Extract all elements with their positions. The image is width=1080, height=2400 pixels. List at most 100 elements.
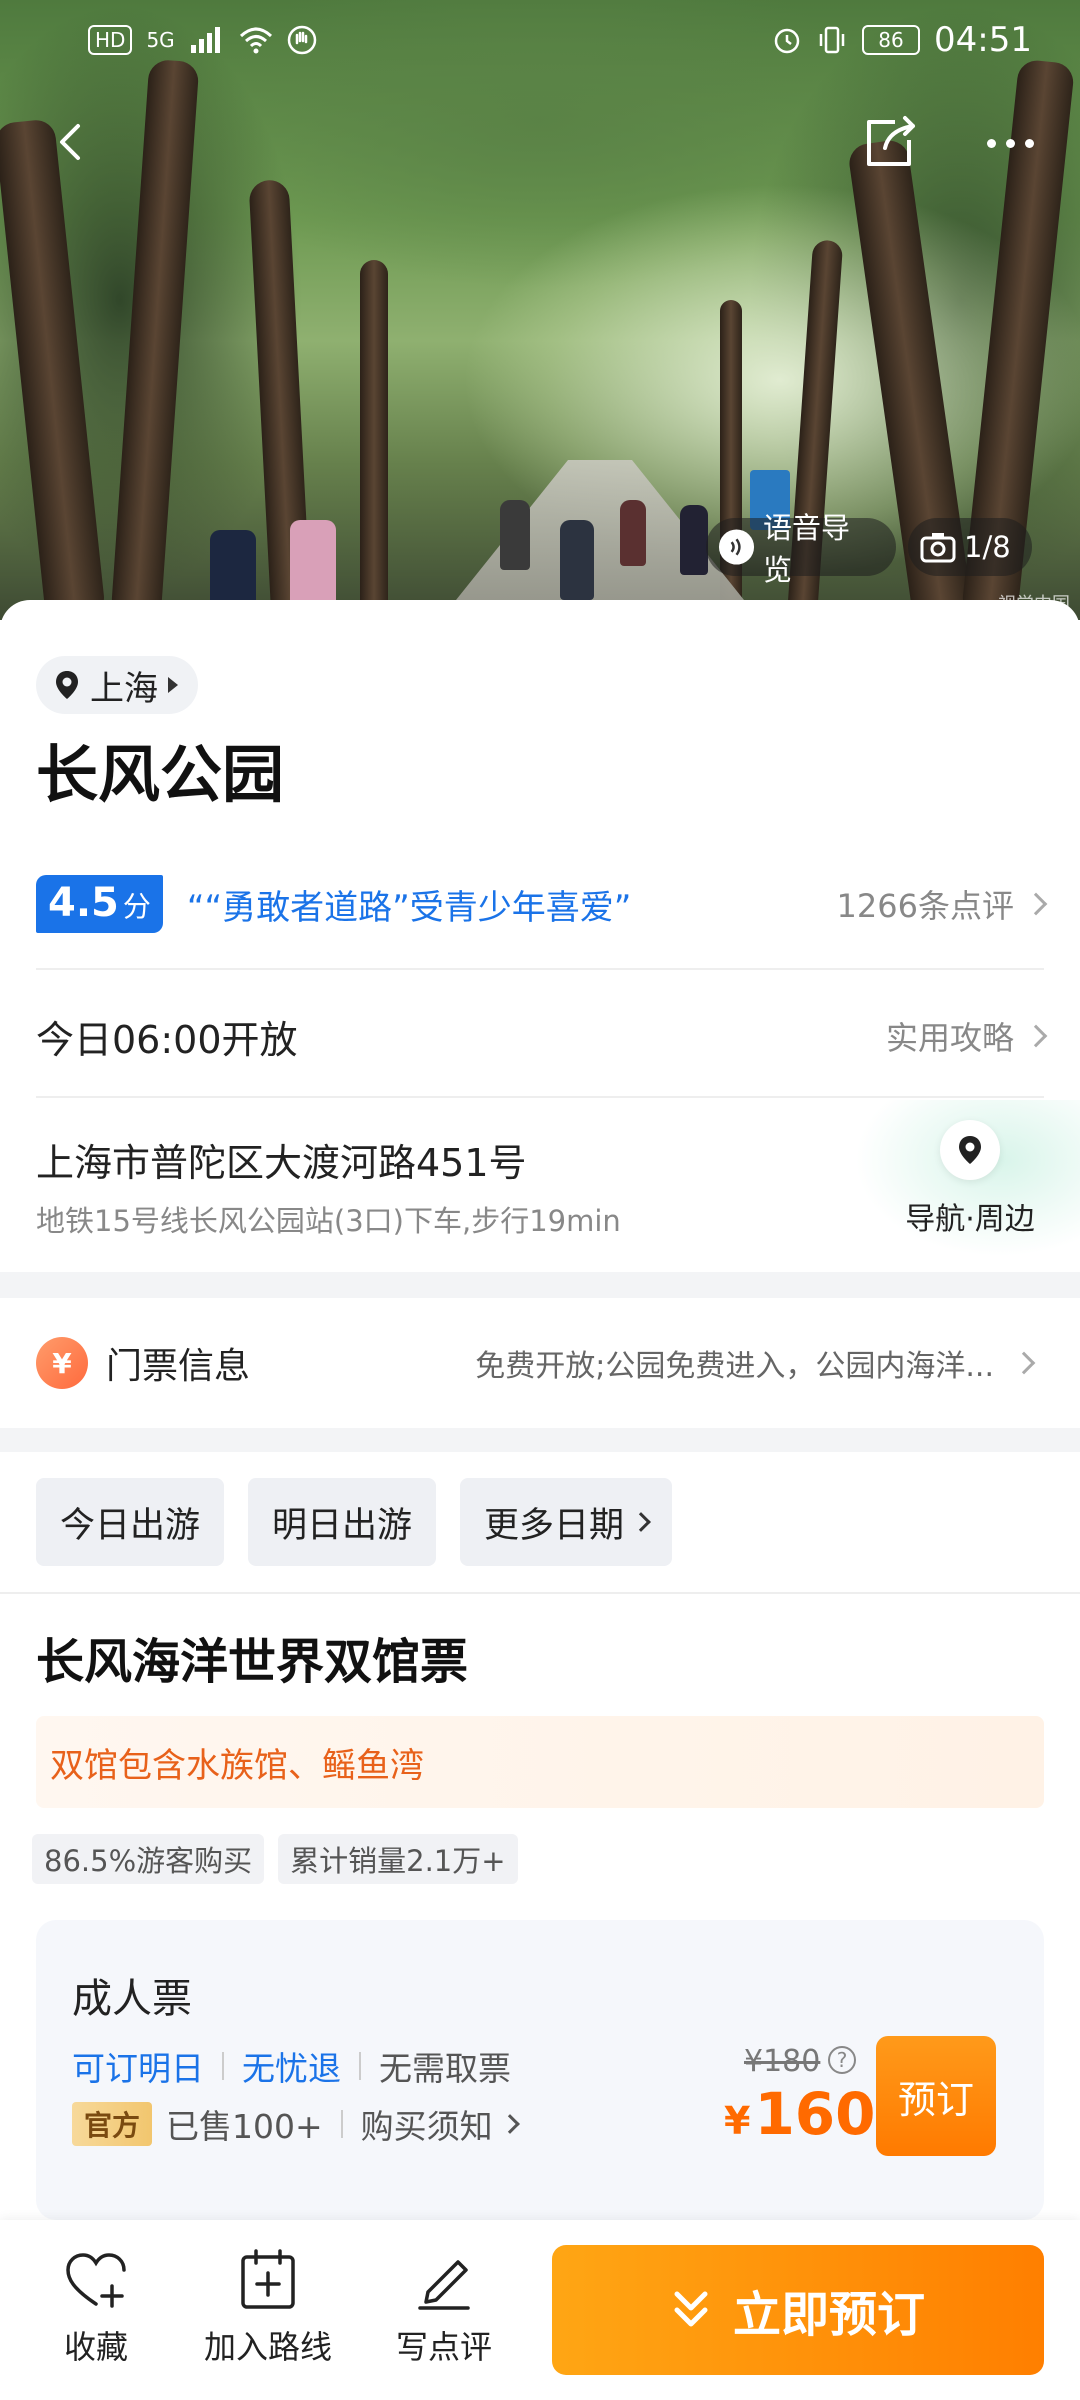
ticket-tags: 可订明日 无忧退 无需取票 bbox=[72, 2042, 511, 2090]
book-now-label: 立即预订 bbox=[732, 2287, 925, 2343]
clock: 04:51 bbox=[934, 20, 1032, 60]
photo-counter: 1/8 bbox=[964, 530, 1011, 564]
city-selector[interactable]: 上海 bbox=[36, 656, 198, 714]
product-promo: 双馆包含水族馆、鳐鱼湾 bbox=[36, 1716, 1044, 1808]
more-options-button[interactable] bbox=[970, 108, 1050, 178]
opening-hours: 今日06:00开放 bbox=[36, 1017, 298, 1062]
section-gap bbox=[0, 1272, 1080, 1298]
divider bbox=[36, 968, 1044, 970]
camera-icon bbox=[920, 533, 956, 563]
back-button[interactable] bbox=[40, 112, 100, 172]
chevron-right-icon bbox=[631, 1512, 651, 1532]
score-unit: 分 bbox=[122, 890, 151, 923]
calendar-plus-icon bbox=[236, 2248, 300, 2312]
audio-guide-label: 语音导览 bbox=[763, 511, 851, 587]
date-selector: 今日出游 明日出游 更多日期 bbox=[36, 1478, 673, 1566]
address-block[interactable]: 上海市普陀区大渡河路451号 地铁15号线长风公园站(3口)下车,步行19min… bbox=[0, 1100, 1080, 1270]
current-price: ¥ 160 bbox=[724, 2080, 876, 2148]
attraction-title: 长风公园 bbox=[36, 738, 285, 811]
ticket-meta: 官方 已售100+ 购买须知 bbox=[72, 2100, 520, 2148]
top-nav bbox=[0, 100, 1080, 190]
hand-gesture-icon bbox=[287, 25, 316, 55]
network-5g-label: 5G bbox=[146, 28, 175, 52]
back-arrow-icon bbox=[60, 124, 80, 160]
add-route-label: 加入路线 bbox=[203, 2328, 332, 2366]
ticket-card[interactable]: 成人票 可订明日 无忧退 无需取票 官方 已售100+ 购买须知 ¥180 ? … bbox=[36, 1920, 1044, 2220]
purchase-notice-link[interactable]: 购买须知 bbox=[361, 2100, 493, 2148]
opening-hours-row[interactable]: 今日06:00开放 实用攻略 bbox=[36, 1000, 1048, 1072]
ticket-info-row[interactable]: ¥ 门票信息 免费开放;公园免费进入，公园内海洋... bbox=[0, 1298, 1080, 1428]
write-review-label: 写点评 bbox=[395, 2328, 492, 2366]
reviews-link[interactable]: 1266条点评 bbox=[836, 881, 1048, 927]
share-icon bbox=[867, 116, 915, 166]
price-value: 160 bbox=[754, 2080, 876, 2148]
section-gap bbox=[0, 1428, 1080, 1452]
location-pin-icon bbox=[56, 671, 78, 699]
score-value: 4.5 bbox=[48, 880, 119, 926]
hero-photo[interactable]: HD 5G 86 04:51 语音导览 1/8 bbox=[0, 0, 1080, 620]
more-dates-label: 更多日期 bbox=[484, 1505, 625, 1546]
photo-gallery-button[interactable]: 1/8 bbox=[908, 518, 1032, 576]
city-name: 上海 bbox=[90, 668, 158, 709]
hd-indicator: HD bbox=[88, 25, 133, 55]
review-count: 1266条点评 bbox=[836, 887, 1014, 925]
divider bbox=[0, 1592, 1080, 1594]
date-tomorrow-label: 明日出游 bbox=[272, 1505, 413, 1546]
more-dot-icon bbox=[1024, 138, 1034, 148]
ticket-info-desc: 免费开放;公园免费进入，公园内海洋... bbox=[475, 1349, 994, 1384]
book-now-button[interactable]: 立即预订 bbox=[552, 2245, 1044, 2375]
transit-info: 地铁15号线长风公园站(3口)下车,步行19min bbox=[36, 1204, 621, 1238]
practical-guide-label: 实用攻略 bbox=[885, 1019, 1014, 1057]
price-help-icon[interactable]: ? bbox=[828, 2046, 856, 2074]
tag-bookable-tomorrow: 可订明日 bbox=[72, 2049, 204, 2088]
date-today-button[interactable]: 今日出游 bbox=[36, 1478, 225, 1566]
book-ticket-button[interactable]: 预订 bbox=[876, 2036, 996, 2156]
tag-free-refund: 无忧退 bbox=[242, 2049, 341, 2088]
ticket-info-label: 门票信息 bbox=[106, 1346, 251, 1387]
favorite-label: 收藏 bbox=[63, 2328, 128, 2366]
chevron-right-icon bbox=[499, 2114, 520, 2134]
status-bar: HD 5G 86 04:51 bbox=[0, 0, 1080, 80]
divider bbox=[36, 1096, 1044, 1098]
sold-count: 已售100+ bbox=[166, 2107, 323, 2146]
address-text: 上海市普陀区大渡河路451号 bbox=[36, 1141, 527, 1185]
product-title[interactable]: 长风海洋世界双馆票 bbox=[36, 1622, 468, 1692]
price-symbol: ¥ bbox=[724, 2099, 751, 2143]
pencil-icon bbox=[412, 2248, 476, 2312]
sales-count-badge: 累计销量2.1万+ bbox=[278, 1834, 518, 1884]
chevron-right-icon bbox=[1024, 892, 1048, 916]
ticket-icon: ¥ bbox=[36, 1337, 88, 1389]
map-pin-icon bbox=[940, 1120, 1000, 1180]
write-review-button[interactable]: 写点评 bbox=[374, 2248, 514, 2368]
bottom-action-bar: 收藏 加入路线 写点评 立即预订 bbox=[0, 2220, 1080, 2400]
navigation-label: 导航·周边 bbox=[905, 1202, 1035, 1237]
add-route-button[interactable]: 加入路线 bbox=[198, 2248, 338, 2368]
share-button[interactable] bbox=[855, 108, 925, 178]
more-dot-icon bbox=[986, 138, 996, 148]
tag-no-pickup: 无需取票 bbox=[379, 2049, 511, 2088]
navigation-button[interactable]: 导航·周边 bbox=[890, 1120, 1050, 1238]
double-chevron-down-icon bbox=[674, 2291, 708, 2327]
battery-indicator: 86 bbox=[862, 25, 921, 55]
purchase-rate-badge: 86.5%游客购买 bbox=[32, 1834, 265, 1884]
more-dot-icon bbox=[1005, 138, 1015, 148]
more-dates-button[interactable]: 更多日期 bbox=[460, 1478, 673, 1566]
audio-guide-button[interactable]: 语音导览 bbox=[706, 511, 896, 587]
date-tomorrow-button[interactable]: 明日出游 bbox=[248, 1478, 437, 1566]
caret-right-icon bbox=[168, 677, 178, 693]
signal-icon bbox=[190, 27, 220, 53]
practical-guide-link[interactable]: 实用攻略 bbox=[885, 1013, 1048, 1059]
wifi-icon bbox=[239, 27, 272, 54]
official-badge: 官方 bbox=[72, 2102, 153, 2146]
chevron-right-icon bbox=[1024, 1024, 1048, 1048]
vibrate-icon bbox=[819, 26, 845, 54]
audio-guide-icon bbox=[718, 529, 755, 565]
product-stats: 86.5%游客购买 累计销量2.1万+ bbox=[32, 1834, 518, 1884]
score-badge: 4.5 分 bbox=[36, 875, 163, 933]
favorite-button[interactable]: 收藏 bbox=[26, 2248, 166, 2368]
ticket-name: 成人票 bbox=[72, 1976, 192, 2022]
alarm-icon bbox=[774, 28, 800, 54]
rating-row[interactable]: 4.5 分 ““勇敢者道路”受青少年喜爱” 1266条点评 bbox=[36, 872, 1048, 936]
review-highlight: ““勇敢者道路”受青少年喜爱” bbox=[186, 887, 632, 928]
heart-plus-icon bbox=[64, 2248, 128, 2312]
